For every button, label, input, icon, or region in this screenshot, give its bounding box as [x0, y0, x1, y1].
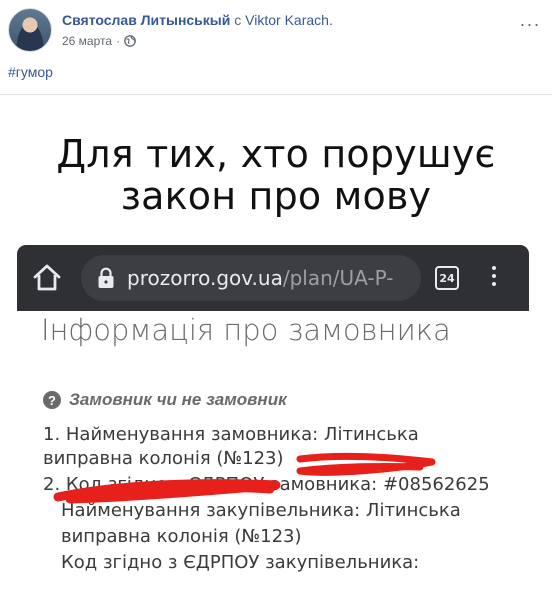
- address-bar[interactable]: prozorro.gov.ua/plan/UA-P-: [81, 255, 421, 301]
- url-path: /plan/UA-P-: [282, 266, 394, 290]
- more-dots-icon: ···: [519, 14, 541, 34]
- author-line: Святослав Литынськый с Viktor Karach.: [62, 12, 333, 28]
- section-heading: Інформація про замовника: [41, 313, 451, 347]
- with-word: с: [234, 12, 242, 28]
- meme-caption-line-1: Для тих, хто порушує: [56, 132, 496, 176]
- lock-icon: [98, 267, 114, 288]
- author-name-link[interactable]: Святослав Литынськый: [62, 12, 230, 28]
- hashtag-link[interactable]: #гумор: [8, 64, 53, 80]
- post-meta: 26 марта ·: [62, 34, 136, 48]
- meme-image[interactable]: Для тих, хто порушує закон про мову proz…: [0, 95, 552, 597]
- question-row: ? Замовник чи не замовник: [43, 390, 287, 410]
- info-line-1: 1. Найменування замовника: Літинська: [43, 424, 419, 445]
- vertical-dots-icon[interactable]: [487, 263, 501, 293]
- meme-caption: Для тих, хто порушує закон про мову: [0, 133, 552, 217]
- info-line-4: Найменування закупівельника: Літинська: [61, 500, 461, 521]
- url-host: prozorro.gov.ua: [127, 266, 283, 290]
- home-icon[interactable]: [31, 262, 63, 294]
- author-avatar[interactable]: [8, 8, 52, 52]
- tab-switcher-button[interactable]: 24: [435, 266, 459, 290]
- meme-caption-line-2: закон про мову: [120, 174, 432, 218]
- post-header: Святослав Литынськый с Viktor Karach. 26…: [8, 8, 544, 56]
- meta-separator: ·: [116, 34, 121, 48]
- post-date-link[interactable]: 26 марта: [62, 34, 112, 48]
- info-line-6: Код згідно з ЄДРПОУ закупівельника:: [61, 552, 420, 573]
- info-line-5: виправна колонія (№123): [61, 526, 302, 547]
- post-options-button[interactable]: ···: [520, 14, 540, 34]
- question-text: Замовник чи не замовник: [69, 390, 287, 409]
- info-line-2: виправна колонія (№123): [43, 448, 284, 469]
- tab-count: 24: [439, 271, 455, 285]
- info-line-3: 2. Код згідно з ЄДРПОУ замовника: #08562…: [43, 474, 490, 495]
- webpage-content: Інформація про замовника ? Замовник чи н…: [17, 311, 529, 597]
- globe-icon: [124, 35, 136, 47]
- tagged-user-link[interactable]: Viktor Karach.: [245, 12, 333, 28]
- browser-toolbar: prozorro.gov.ua/plan/UA-P- 24: [17, 245, 529, 311]
- help-icon: ?: [43, 391, 61, 409]
